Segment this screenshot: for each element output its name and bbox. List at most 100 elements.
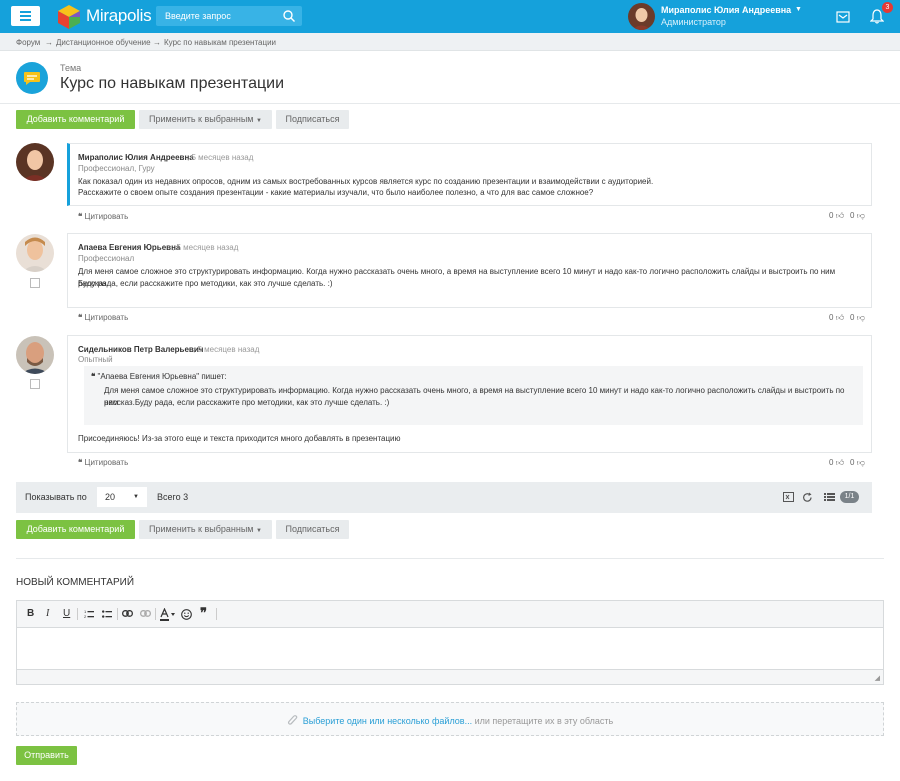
toolbar-separator (155, 608, 156, 620)
blockquote-icon[interactable]: ❞ (200, 605, 207, 621)
quote-button[interactable]: ❝ Цитировать (78, 458, 128, 467)
search-placeholder: Введите запрос (165, 11, 231, 21)
apply-selected-dropdown[interactable]: Применить к выбранным ▼ (139, 110, 272, 129)
menu-line (20, 15, 31, 17)
dislike-count: 0 (850, 458, 855, 467)
bullet-list-icon[interactable] (102, 609, 112, 619)
chevron-down-icon[interactable]: ▼ (795, 6, 802, 13)
underline-button[interactable]: U (63, 608, 70, 619)
thumbs-up-icon: 👍︎ (835, 211, 845, 220)
quote-icon: ❝ (78, 313, 83, 322)
caret-down-icon: ▼ (256, 528, 262, 534)
quote-label: Цитировать (84, 212, 129, 221)
user-role: Администратор (661, 17, 726, 27)
bell-icon[interactable] (870, 9, 884, 24)
comment-time: , 5 месяцев назад (187, 153, 254, 162)
apply-selected-label: Применить к выбранным (149, 114, 254, 124)
comment-time: , 5 месяцев назад (172, 243, 239, 252)
caret-down-icon: ▼ (256, 118, 262, 124)
comment-author[interactable]: Сидельников Петр Валерьевич (78, 345, 203, 354)
thumbs-up-icon: 👍︎ (835, 458, 845, 467)
breadcrumb-item-current: Курс по навыкам презентации (164, 38, 277, 47)
page-title: Курс по навыкам презентации (60, 75, 285, 92)
comment-time: , 5 месяцев назад (193, 345, 260, 354)
ordered-list-icon[interactable]: 1 2 (84, 609, 94, 619)
submit-button[interactable]: Отправить (16, 746, 77, 765)
like-count: 0 (829, 211, 834, 220)
toolbar-separator (117, 608, 118, 620)
list-settings-icon[interactable] (824, 492, 835, 502)
app-logo-text[interactable]: Mirapolis (86, 6, 152, 26)
comment-author[interactable]: Апаева Евгения Юрьевна (78, 243, 180, 252)
unlink-icon[interactable] (140, 610, 151, 617)
select-comment-checkbox[interactable] (30, 278, 40, 288)
refresh-icon[interactable] (802, 492, 813, 503)
italic-button[interactable]: I (46, 608, 49, 619)
user-name[interactable]: Мираполис Юлия Андреевна (661, 5, 791, 15)
page-size-label: Показывать по (25, 492, 87, 502)
quote-label: Цитировать (84, 313, 129, 322)
quote-icon: ❝ (78, 212, 83, 221)
subscribe-button[interactable]: Подписаться (276, 110, 349, 129)
thumbs-down-icon: 👎︎ (856, 211, 865, 220)
dislike-count: 0 (850, 211, 855, 220)
export-excel-icon[interactable] (783, 492, 794, 502)
dislike-button[interactable]: 0 👎︎ (850, 458, 865, 468)
menu-line (20, 11, 31, 13)
page-size-select[interactable]: 20 ▼ (97, 487, 147, 507)
subscribe-button[interactable]: Подписаться (276, 520, 349, 539)
like-button[interactable]: 0 👍︎ (829, 458, 844, 468)
text-color-icon[interactable] (160, 608, 176, 621)
quoted-message: ❝ "Апаева Евгения Юрьевна" пишет: Для ме… (84, 366, 863, 425)
comment-author[interactable]: Мираполис Юлия Андреевна (78, 153, 194, 162)
comment-card: Апаева Евгения Юрьевна , 5 месяцев назад… (67, 233, 872, 308)
quote-button[interactable]: ❝ Цитировать (78, 212, 128, 221)
mirapolis-logo-icon[interactable] (56, 4, 82, 30)
notification-badge: 3 (882, 2, 893, 13)
add-comment-button[interactable]: Добавить комментарий (16, 520, 135, 539)
toolbar-separator (77, 608, 78, 620)
breadcrumb-item-forum[interactable]: Форум (16, 38, 40, 47)
section-divider (16, 558, 884, 559)
search-input[interactable]: Введите запрос (156, 6, 302, 26)
apply-selected-label: Применить к выбранным (149, 524, 254, 534)
comment-textarea[interactable] (17, 629, 883, 669)
paperclip-icon (287, 715, 298, 725)
apply-selected-dropdown[interactable]: Применить к выбранным ▼ (139, 520, 272, 539)
dislike-button[interactable]: 0 👎︎ (850, 313, 865, 323)
pagination-bar: Показывать по 20 ▼ Всего 3 1/1 (16, 482, 872, 513)
toolbar-separator (216, 608, 217, 620)
resize-handle[interactable]: ◢ (875, 674, 880, 682)
breadcrumb: Форум → Дистанционное обучение → Курс по… (0, 33, 900, 51)
quote-button[interactable]: ❝ Цитировать (78, 313, 128, 322)
breadcrumb-separator: → (45, 38, 53, 47)
quote-text-line: рассказ.Буду рада, если расскажите про м… (104, 398, 390, 407)
file-dropzone[interactable]: Выберите один или несколько файлов... ил… (16, 702, 884, 736)
hamburger-menu-button[interactable] (11, 6, 40, 26)
topic-label: Тема (60, 63, 82, 73)
emoji-icon[interactable] (181, 609, 192, 620)
page-size-value: 20 (105, 492, 116, 502)
total-count: Всего 3 (157, 492, 189, 502)
comment-card: Сидельников Петр Валерьевич , 5 месяцев … (67, 335, 872, 453)
link-icon[interactable] (122, 610, 133, 617)
like-button[interactable]: 0 👍︎ (829, 211, 844, 221)
dislike-button[interactable]: 0 👎︎ (850, 211, 865, 221)
add-comment-button[interactable]: Добавить комментарий (16, 110, 135, 129)
breadcrumb-item-distance-learning[interactable]: Дистанционное обучение (56, 38, 151, 47)
header-divider (0, 103, 900, 104)
like-button[interactable]: 0 👍︎ (829, 313, 844, 323)
comment-author-role: Профессионал (78, 254, 135, 263)
topic-icon (16, 62, 48, 94)
dislike-count: 0 (850, 313, 855, 322)
avatar-image (628, 3, 655, 30)
user-avatar[interactable] (628, 3, 655, 30)
comment-editor: B I U 1 2 ❞ ◢ (16, 600, 884, 685)
search-icon[interactable] (282, 9, 296, 23)
messages-icon[interactable] (836, 10, 850, 24)
dropzone-hint: или перетащите их в эту область (472, 716, 614, 726)
select-files-link[interactable]: Выберите один или несколько файлов... (303, 716, 472, 726)
comment-text-line: Расскажите о своем опыте создания презен… (78, 188, 594, 197)
select-comment-checkbox[interactable] (30, 379, 40, 389)
bold-button[interactable]: B (27, 608, 34, 619)
